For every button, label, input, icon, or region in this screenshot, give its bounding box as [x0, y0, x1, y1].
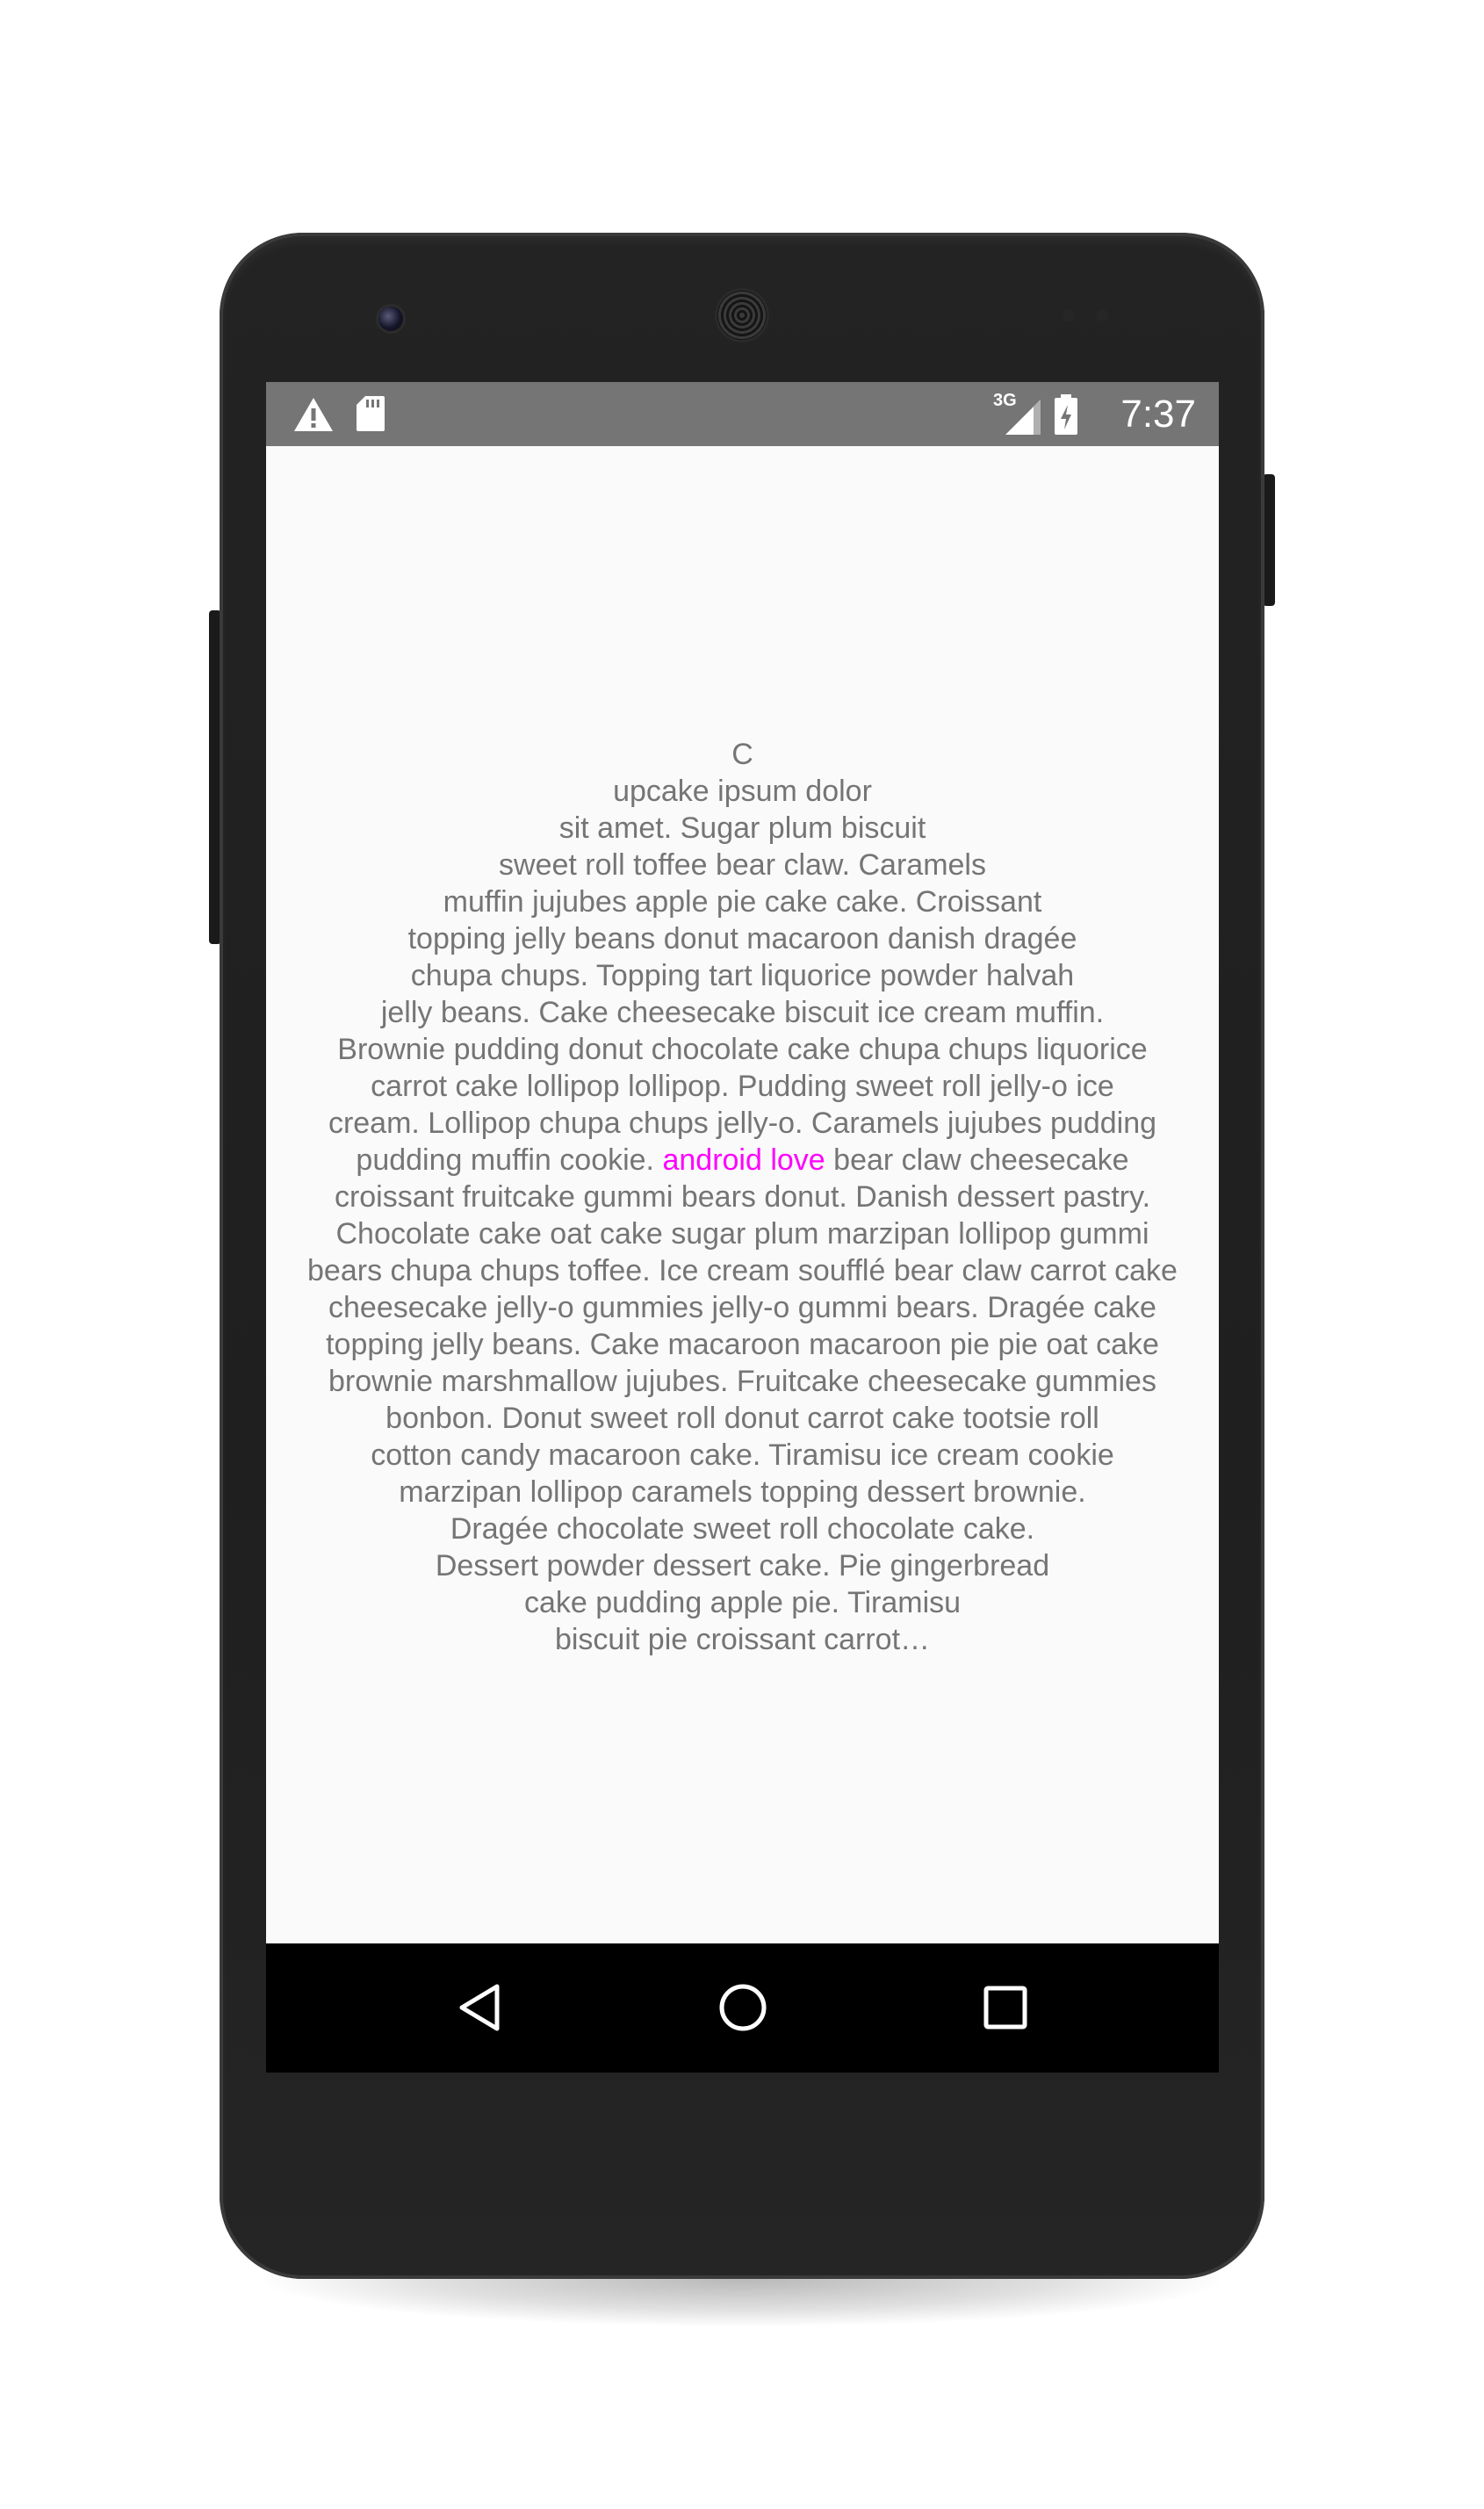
light-sensor [1096, 309, 1108, 321]
text-line: C [731, 738, 753, 771]
navigation-bar [266, 1943, 1219, 2073]
text-line: sit amet. Sugar plum biscuit [558, 811, 926, 845]
highlighted-text: android love [662, 1143, 825, 1177]
home-button[interactable] [708, 1972, 778, 2043]
recents-button[interactable] [970, 1972, 1041, 2043]
text-line: brownie marshmallow jujubes. Fruitcake c… [328, 1365, 1156, 1398]
text-line-with-highlight: pudding muffin cookie. android love bear… [266, 1142, 1219, 1179]
status-clock: 7:37 [1120, 393, 1196, 436]
text-line: bonbon. Donut sweet roll donut carrot ca… [385, 1402, 1099, 1435]
text-line: cotton candy macaroon cake. Tiramisu ice… [371, 1438, 1114, 1472]
text-line: marzipan lollipop caramels topping desse… [399, 1475, 1086, 1509]
text-line: cream. Lollipop chupa chups jelly-o. Car… [328, 1107, 1157, 1140]
recents-icon [983, 1986, 1027, 2030]
text-line: Dessert powder dessert cake. Pie gingerb… [435, 1549, 1050, 1583]
network-type-label: 3G [993, 391, 1017, 410]
text-line: croissant fruitcake gummi bears donut. D… [334, 1180, 1151, 1214]
front-camera [378, 306, 403, 331]
text-line: Dragée chocolate sweet roll chocolate ca… [450, 1512, 1035, 1546]
power-button [1263, 474, 1275, 606]
back-button[interactable] [444, 1972, 515, 2043]
text-line: upcake ipsum dolor [613, 775, 872, 808]
app-content: C upcake ipsum dolor sit amet. Sugar plu… [266, 446, 1219, 1943]
warning-icon [294, 398, 333, 431]
text-line: Chocolate cake oat cake sugar plum marzi… [335, 1217, 1149, 1251]
earpiece-speaker [717, 291, 767, 340]
proximity-sensor [1063, 309, 1075, 321]
status-bar: 3G 7:37 [266, 382, 1219, 446]
back-icon [459, 1984, 500, 2031]
text-line: topping jelly beans donut macaroon danis… [407, 922, 1077, 955]
text-line: jelly beans. Cake cheesecake biscuit ice… [380, 996, 1105, 1029]
text-line: sweet roll toffee bear claw. Caramels [499, 848, 986, 882]
text-fragment: pudding muffin cookie. [356, 1143, 663, 1177]
text-line: cheesecake jelly-o gummies jelly-o gummi… [328, 1291, 1156, 1324]
ellipsized-text-view: C upcake ipsum dolor sit amet. Sugar plu… [266, 736, 1219, 1658]
text-fragment: bear claw cheesecake [825, 1143, 1129, 1177]
text-line: Brownie pudding donut chocolate cake chu… [337, 1033, 1148, 1066]
text-line: topping jelly beans. Cake macaroon macar… [326, 1328, 1159, 1361]
text-line: chupa chups. Topping tart liquorice powd… [410, 959, 1075, 992]
text-line: cake pudding apple pie. Tiramisu [523, 1586, 962, 1619]
battery-charging-icon [1055, 394, 1077, 435]
text-line: bears chupa chups toffee. Ice cream souf… [307, 1254, 1178, 1287]
home-icon [719, 1984, 767, 2031]
text-line: biscuit pie croissant carrot… [554, 1623, 931, 1656]
text-line: carrot cake lollipop lollipop. Pudding s… [371, 1070, 1114, 1103]
text-line: muffin jujubes apple pie cake cake. Croi… [443, 885, 1042, 919]
sd-card-icon [357, 396, 385, 431]
phone-screen: 3G 7:37 C upcake ipsum dolor sit amet. S… [266, 382, 1219, 2073]
